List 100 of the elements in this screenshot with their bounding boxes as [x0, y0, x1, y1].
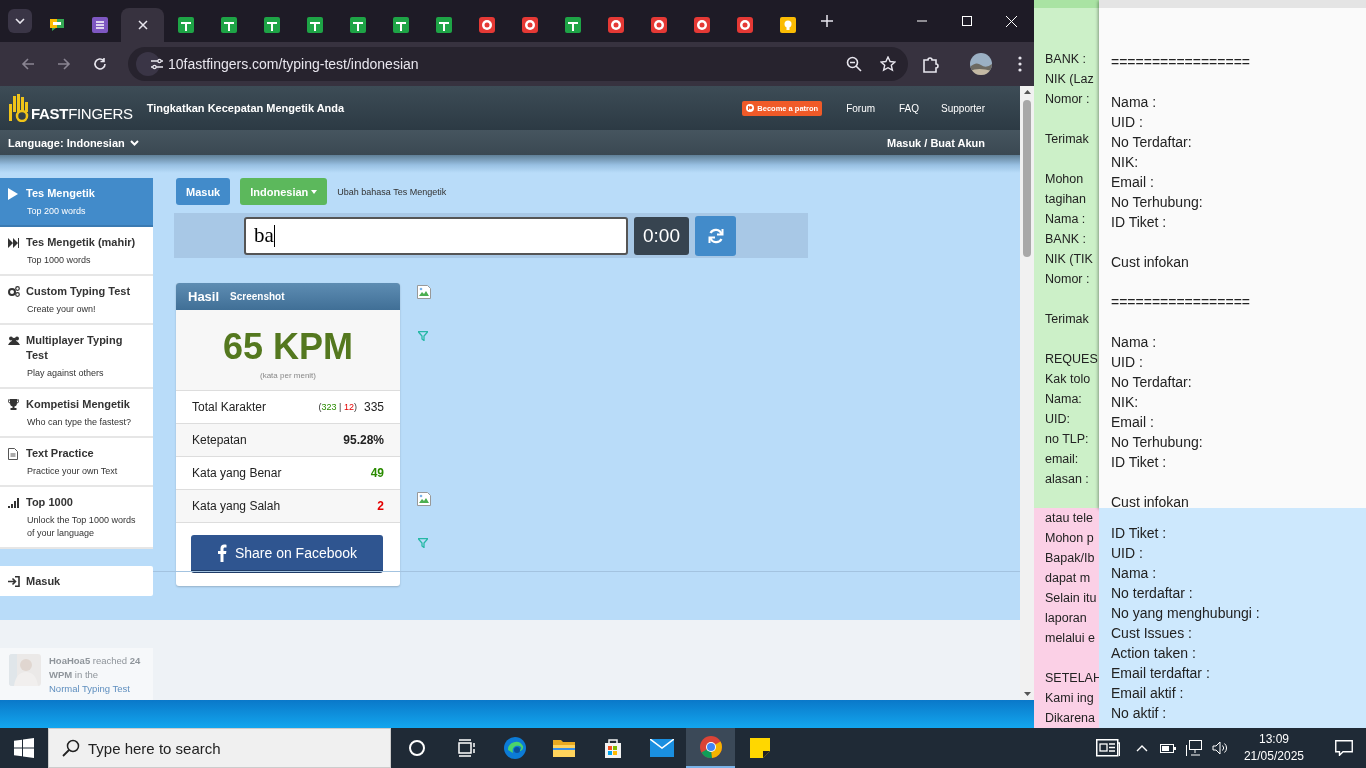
- broken-image-icon: [417, 285, 431, 299]
- note-line: tagihan: [1045, 191, 1086, 208]
- nav-link[interactable]: Forum: [846, 102, 876, 114]
- site-settings-icon[interactable]: [150, 58, 164, 70]
- ring-icon: [693, 17, 710, 33]
- scroll-down-icon: [1023, 692, 1031, 696]
- note-line: Terimak: [1045, 131, 1089, 148]
- swirl-icon: [502, 736, 527, 760]
- spreadsheet-icon: [177, 17, 194, 33]
- note-line: No terdaftar :: [1111, 584, 1193, 603]
- restart-button[interactable]: [695, 215, 736, 256]
- menu-icon[interactable]: [1018, 56, 1022, 72]
- sidebar-item[interactable]: Top 1000 Unlock the Top 1000 words of your language: [0, 487, 153, 549]
- sidebar-item[interactable]: Tes Mengetik Top 200 words: [0, 178, 153, 227]
- site-logo[interactable]: FASTFINGERS: [31, 105, 133, 122]
- typing-input[interactable]: ba: [244, 216, 628, 255]
- close-icon[interactable]: [137, 20, 148, 30]
- note-line: No yang menghubungi :: [1111, 604, 1260, 623]
- new-tab-button[interactable]: [821, 15, 833, 27]
- note-line: Nomor :: [1045, 91, 1090, 108]
- clock[interactable]: 13:09 21/05/2025: [1243, 731, 1304, 765]
- stat-label: Ketepatan: [192, 433, 248, 447]
- chevron-up-icon[interactable]: [1135, 744, 1148, 752]
- note-line: ID Tiket :: [1111, 213, 1167, 232]
- note-line: Email :: [1111, 413, 1154, 432]
- note-line: Selain itu: [1045, 590, 1097, 607]
- note-line: No Terhubung:: [1111, 433, 1203, 452]
- profile-avatar[interactable]: [970, 53, 992, 75]
- spreadsheet-icon: [435, 17, 452, 33]
- ring-icon: [736, 17, 753, 33]
- maximize-icon: [961, 16, 972, 26]
- forward-arrow-icon[interactable]: [57, 57, 71, 71]
- sidebar-item[interactable]: Text Practice Practice your own Text: [0, 438, 153, 487]
- note-line: UID :: [1111, 544, 1143, 563]
- ring-icon: [478, 17, 495, 33]
- account-link[interactable]: Masuk / Buat Akun: [887, 136, 985, 149]
- ring-icon: [650, 17, 667, 33]
- stat-value: 2: [377, 499, 384, 513]
- nav-link[interactable]: FAQ: [899, 102, 920, 114]
- note-line: Cust infokan: [1111, 493, 1189, 512]
- address-bar[interactable]: 10fastfingers.com/typing-test/indonesian: [128, 47, 908, 81]
- caret-icon: [311, 189, 318, 194]
- reload-icon[interactable]: [93, 57, 107, 71]
- network-icon[interactable]: [1185, 740, 1202, 756]
- note-line: UID :: [1111, 113, 1143, 132]
- sidebar-login[interactable]: Masuk: [0, 566, 153, 596]
- nav-link[interactable]: Supporter: [941, 102, 985, 114]
- sidebar-item[interactable]: Tes Mengetik (mahir) Top 1000 words: [0, 227, 153, 276]
- speed-caption: (kata per menit): [260, 370, 316, 380]
- stat-label: Total Karakter: [192, 400, 268, 414]
- spreadsheet-icon: [392, 17, 409, 33]
- note-line: =================: [1111, 53, 1250, 72]
- note-line: Mohon: [1045, 171, 1084, 188]
- note-line: dapat m: [1045, 570, 1091, 587]
- url-text: 10fastfingers.com/typing-test/indonesian: [168, 56, 420, 72]
- ring-logo-icon: [698, 735, 723, 759]
- note-line: UID :: [1111, 353, 1143, 372]
- note-line: Nama :: [1045, 211, 1086, 228]
- star-icon[interactable]: [880, 56, 896, 72]
- fast-forward-icon: [8, 237, 19, 248]
- note-line: Nama :: [1111, 333, 1157, 352]
- sidebar-item[interactable]: Kompetisi Mengetik Who can type the fastest?: [0, 389, 153, 438]
- scrollbar-thumb[interactable]: [1023, 100, 1031, 257]
- note-line: ID Tiket :: [1111, 524, 1167, 543]
- language-selector[interactable]: Language: Indonesian: [8, 136, 125, 149]
- news-icon[interactable]: [1095, 739, 1120, 757]
- spreadsheet-icon: [263, 17, 280, 33]
- screenshot-link[interactable]: Screenshot: [230, 291, 285, 302]
- note-line: Terimak: [1045, 311, 1089, 328]
- sidebar-item[interactable]: Multiplayer Typing Test Play against others: [0, 325, 153, 389]
- zoom-icon[interactable]: [846, 56, 862, 72]
- note-line: Nama :: [1111, 564, 1157, 583]
- note-line: atau tele: [1045, 510, 1093, 527]
- note-line: Nama:: [1045, 391, 1082, 408]
- document-icon: [8, 447, 18, 460]
- volume-icon[interactable]: [1211, 741, 1228, 755]
- puzzle-icon[interactable]: [922, 55, 940, 73]
- signal-bars-icon: [8, 497, 19, 508]
- sidebar-item[interactable]: Custom Typing Test Create your own!: [0, 276, 153, 325]
- note-line: Bapak/Ib: [1045, 550, 1095, 567]
- task-view-icon: [455, 739, 476, 757]
- note-line: NIK:: [1111, 153, 1139, 172]
- refresh-icon: [707, 227, 724, 244]
- battery-icon[interactable]: [1159, 743, 1176, 753]
- taskbar-search-field[interactable]: Type here to search: [48, 728, 391, 768]
- share-button[interactable]: Share on Facebook: [191, 535, 383, 573]
- note-line: no TLP:: [1045, 431, 1089, 448]
- ring-icon: [607, 17, 624, 33]
- gears-icon: [8, 286, 20, 297]
- back-arrow-icon[interactable]: [21, 57, 35, 71]
- login-button[interactable]: Masuk: [176, 178, 231, 205]
- chevron-down-icon[interactable]: [129, 139, 139, 146]
- envelope-icon: [649, 739, 674, 757]
- note-line: melalui e: [1045, 630, 1096, 647]
- stat-value: 95.28%: [343, 433, 384, 447]
- notification-icon[interactable]: [1335, 740, 1353, 756]
- funnel-icon: [418, 538, 428, 548]
- note-line: BANK :: [1045, 231, 1086, 248]
- tab-search-button[interactable]: [8, 9, 32, 33]
- windows-icon: [14, 738, 34, 758]
